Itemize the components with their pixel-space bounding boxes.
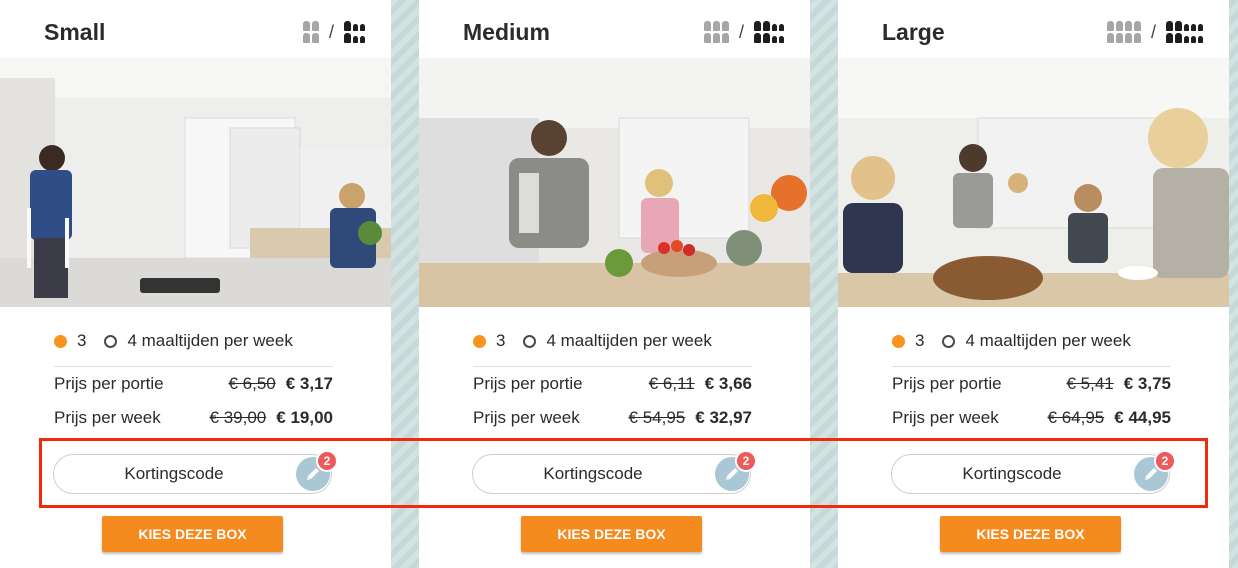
new-price: € 44,95: [1114, 408, 1171, 427]
card-title: Large: [882, 19, 945, 45]
new-price: € 19,00: [276, 408, 333, 427]
card-title: Small: [44, 19, 106, 45]
meals-per-week-options: 3 4 maaltijden per week: [892, 330, 1149, 352]
card-title: Medium: [463, 19, 550, 45]
choose-box-button[interactable]: KIES DEZE BOX: [940, 516, 1121, 552]
kitchen-photo-couple: [0, 58, 391, 307]
price-per-week-row: Prijs per week € 64,95 € 44,95: [892, 401, 1171, 435]
option-3-label: 3: [915, 331, 925, 350]
price-table: Prijs per portie € 6,11 € 3,66 Prijs per…: [473, 366, 752, 435]
size-toggle: /: [302, 19, 365, 45]
option-4-label: 4 maaltijden per week: [127, 331, 293, 350]
option-3-label: 3: [496, 331, 506, 350]
old-price: € 54,95: [628, 408, 686, 427]
size-toggle: /: [1106, 19, 1203, 45]
two-persons-icon[interactable]: [302, 21, 319, 43]
old-price: € 5,41: [1066, 374, 1114, 393]
new-price: € 3,66: [704, 374, 752, 393]
meals-per-week-options: 3 4 maaltijden per week: [54, 330, 311, 352]
old-price: € 6,50: [228, 374, 276, 393]
price-table: Prijs per portie € 6,50 € 3,17 Prijs per…: [54, 366, 333, 435]
size-toggle: /: [703, 19, 784, 45]
option-4-label: 4 maaltijden per week: [965, 331, 1131, 350]
family-icon[interactable]: [754, 21, 784, 43]
highlight-annotation-box: [39, 438, 1208, 508]
card-header: Small /: [0, 0, 391, 58]
choose-box-button[interactable]: KIES DEZE BOX: [521, 516, 702, 552]
price-per-portion-row: Prijs per portie € 6,50 € 3,17: [54, 367, 333, 401]
card-header: Large /: [838, 0, 1229, 58]
new-price: € 3,75: [1123, 374, 1171, 393]
price-label: Prijs per portie: [892, 374, 1002, 393]
radio-4-meals[interactable]: [104, 334, 118, 348]
price-table: Prijs per portie € 5,41 € 3,75 Prijs per…: [892, 366, 1171, 435]
separator: /: [1150, 21, 1156, 42]
kitchen-photo-family: [838, 58, 1229, 307]
kitchen-photo-father-daughter: [419, 58, 810, 307]
price-label: Prijs per week: [473, 408, 580, 427]
separator: /: [738, 21, 744, 42]
card-header: Medium /: [419, 0, 810, 58]
new-price: € 32,97: [695, 408, 752, 427]
price-label: Prijs per portie: [473, 374, 583, 393]
price-label: Prijs per week: [892, 408, 999, 427]
new-price: € 3,17: [285, 374, 333, 393]
family-icon[interactable]: [1166, 21, 1203, 43]
price-per-portion-row: Prijs per portie € 6,11 € 3,66: [473, 367, 752, 401]
price-per-week-row: Prijs per week € 39,00 € 19,00: [54, 401, 333, 435]
old-price: € 64,95: [1047, 408, 1105, 427]
meals-per-week-options: 3 4 maaltijden per week: [473, 330, 730, 352]
family-icon[interactable]: [344, 21, 365, 43]
old-price: € 6,11: [648, 374, 695, 393]
price-label: Prijs per portie: [54, 374, 164, 393]
radio-3-meals[interactable]: [473, 334, 486, 348]
two-persons-icon[interactable]: [1106, 21, 1141, 43]
radio-4-meals[interactable]: [523, 334, 537, 348]
separator: /: [328, 21, 334, 42]
price-per-week-row: Prijs per week € 54,95 € 32,97: [473, 401, 752, 435]
radio-3-meals[interactable]: [892, 334, 905, 348]
option-3-label: 3: [77, 331, 87, 350]
choose-box-button[interactable]: KIES DEZE BOX: [102, 516, 283, 552]
price-label: Prijs per week: [54, 408, 161, 427]
radio-4-meals[interactable]: [942, 334, 956, 348]
old-price: € 39,00: [209, 408, 267, 427]
price-per-portion-row: Prijs per portie € 5,41 € 3,75: [892, 367, 1171, 401]
option-4-label: 4 maaltijden per week: [546, 331, 712, 350]
two-persons-icon[interactable]: [703, 21, 729, 43]
radio-3-meals[interactable]: [54, 334, 67, 348]
